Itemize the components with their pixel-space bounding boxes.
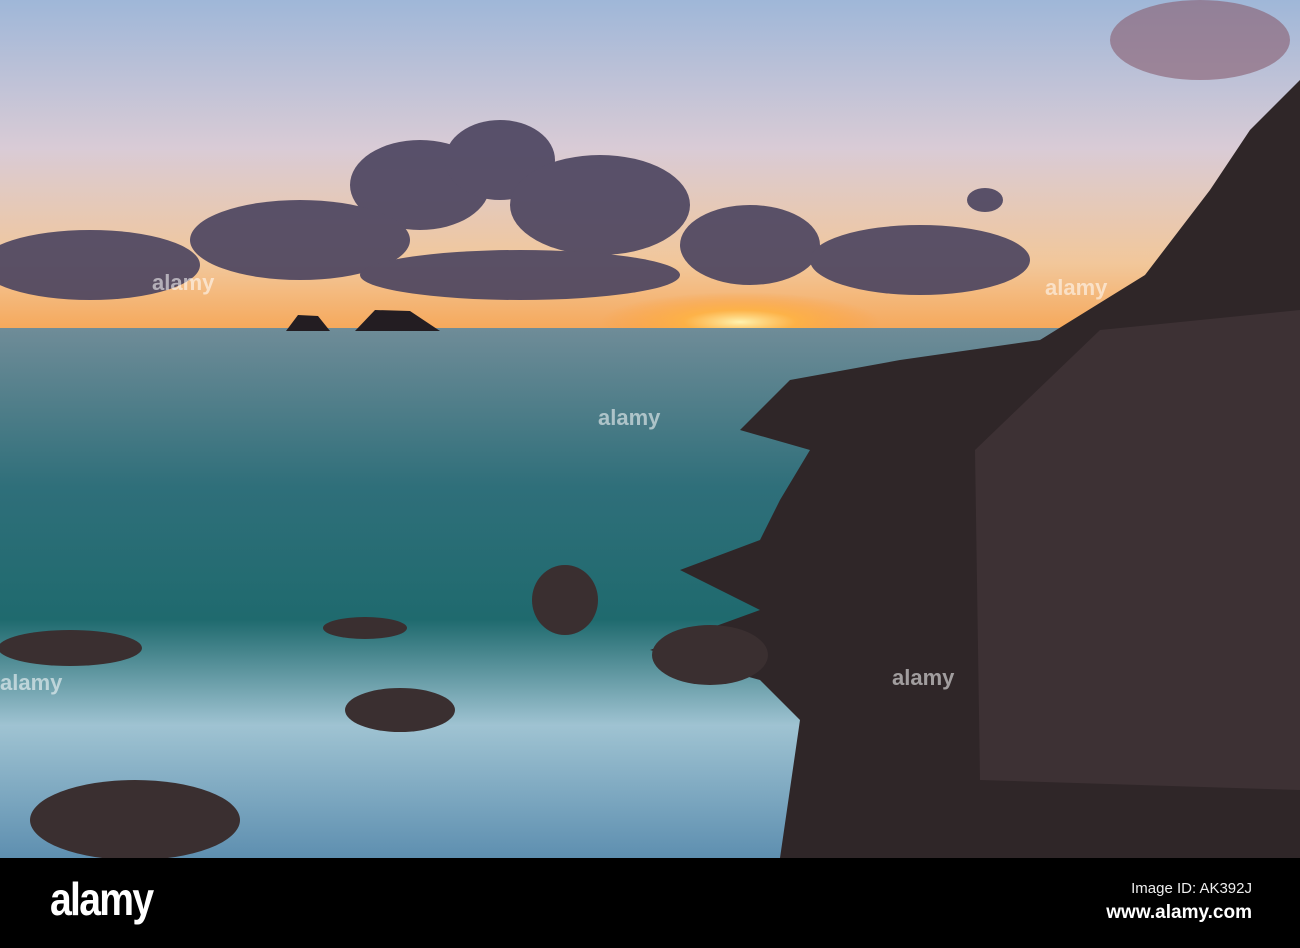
stock-photo: alamy alamy alamy alamy alamy alamy Imag… <box>0 0 1300 948</box>
watermark: alamy <box>0 670 63 695</box>
watermark: alamy <box>152 270 215 295</box>
footer-bar: alamy Image ID: AK392J www.alamy.com <box>0 858 1300 948</box>
image-id: Image ID: AK392J <box>1131 880 1252 897</box>
site-url: www.alamy.com <box>1106 902 1252 923</box>
watermark: alamy <box>598 405 661 430</box>
alamy-logo: alamy <box>50 873 154 925</box>
watermark: alamy <box>1045 275 1108 300</box>
watermark: alamy <box>892 665 955 690</box>
